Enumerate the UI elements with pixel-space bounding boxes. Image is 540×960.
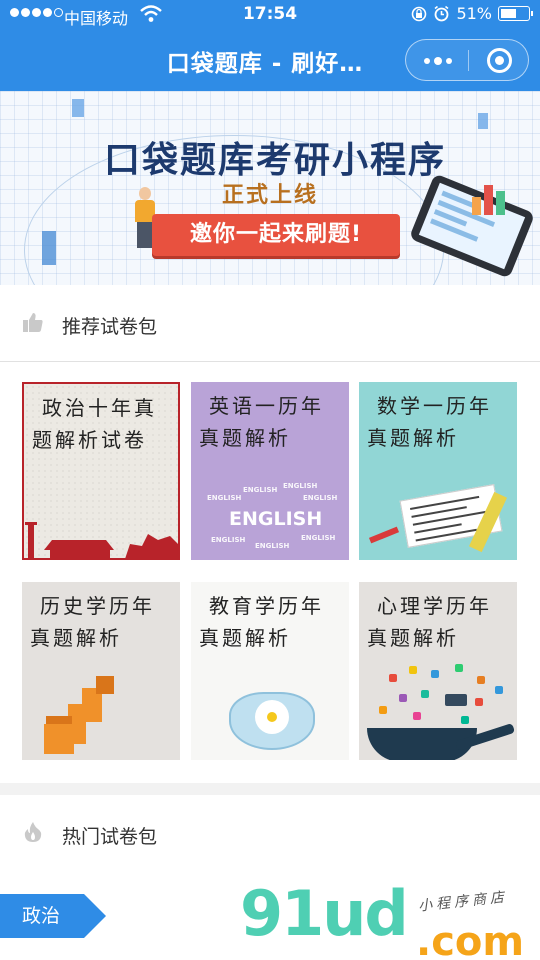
category-tabs: 政治 91ud .com 小程序商店 bbox=[0, 871, 540, 960]
card-title: 心理学历年真题解析 bbox=[367, 594, 492, 650]
card-title: 政治十年真题解析试卷 bbox=[32, 396, 157, 452]
tiananmen-illustration bbox=[25, 522, 178, 558]
great-wall-illustration bbox=[44, 674, 114, 754]
paper-pack-card[interactable]: 英语一历年真题解析 ENGLISH ENGLISH ENGLISH ENGLIS… bbox=[191, 382, 349, 560]
paper-pack-card[interactable]: 心理学历年真题解析 bbox=[359, 582, 517, 760]
bar-chart-illustration bbox=[472, 185, 505, 215]
flame-icon bbox=[24, 822, 42, 842]
card-title: 英语一历年真题解析 bbox=[199, 394, 324, 450]
flower-icon bbox=[259, 704, 285, 730]
top-bar: 中国移动 17:54 51% 口袋题库 - 刷好… bbox=[0, 0, 540, 91]
paper-pack-card[interactable]: 政治十年真题解析试卷 bbox=[22, 382, 180, 560]
english-art-text: ENGLISH bbox=[229, 508, 323, 530]
section-header: 推荐试卷包 bbox=[0, 285, 540, 362]
rotation-lock-icon bbox=[412, 6, 427, 21]
site-watermark: 91ud .com 小程序商店 bbox=[240, 877, 524, 960]
card-title: 数学一历年真题解析 bbox=[367, 394, 492, 450]
close-miniprogram-icon[interactable] bbox=[487, 48, 512, 73]
battery-percent: 51% bbox=[456, 4, 492, 23]
watermark-domain: .com bbox=[416, 919, 525, 960]
battery-icon bbox=[498, 6, 533, 21]
card-title: 历史学历年真题解析 bbox=[30, 594, 155, 650]
card-title: 教育学历年真题解析 bbox=[199, 594, 324, 650]
paper-pack-card[interactable]: 历史学历年真题解析 bbox=[22, 582, 180, 760]
recommended-section: 推荐试卷包 政治十年真题解析试卷 英语一历年真题解析 ENGLISH ENGLI… bbox=[0, 285, 540, 783]
thumbs-up-icon bbox=[23, 313, 43, 332]
promo-banner[interactable]: 口袋题库考研小程序 正式上线 邀你一起来刷题! bbox=[0, 91, 540, 285]
alarm-icon bbox=[434, 5, 449, 22]
banner-title: 口袋题库考研小程序 bbox=[103, 140, 446, 181]
tab-politics[interactable]: 政治 bbox=[0, 894, 106, 938]
pencil-illustration bbox=[368, 526, 400, 544]
more-options-icon[interactable] bbox=[424, 57, 452, 65]
status-bar: 中国移动 17:54 51% bbox=[0, 0, 540, 30]
english-word-cloud: ENGLISH ENGLISH ENGLISH ENGLISH ENGLISH … bbox=[207, 482, 338, 550]
section-title: 推荐试卷包 bbox=[62, 316, 158, 338]
section-header: 热门试卷包 bbox=[0, 795, 540, 872]
watermark-logo: 91ud bbox=[240, 877, 409, 950]
paper-pack-card[interactable]: 数学一历年真题解析 bbox=[359, 382, 517, 560]
miniprogram-capsule bbox=[405, 39, 529, 81]
watermark-tagline: 小程序商店 bbox=[417, 889, 509, 915]
section-title: 热门试卷包 bbox=[62, 826, 158, 848]
banner-cta-button[interactable]: 邀你一起来刷题! bbox=[152, 214, 400, 256]
paper-pack-grid: 政治十年真题解析试卷 英语一历年真题解析 ENGLISH ENGLISH ENG… bbox=[0, 362, 540, 772]
hot-section: 热门试卷包 bbox=[0, 795, 540, 872]
paper-pack-card[interactable]: 教育学历年真题解析 bbox=[191, 582, 349, 760]
